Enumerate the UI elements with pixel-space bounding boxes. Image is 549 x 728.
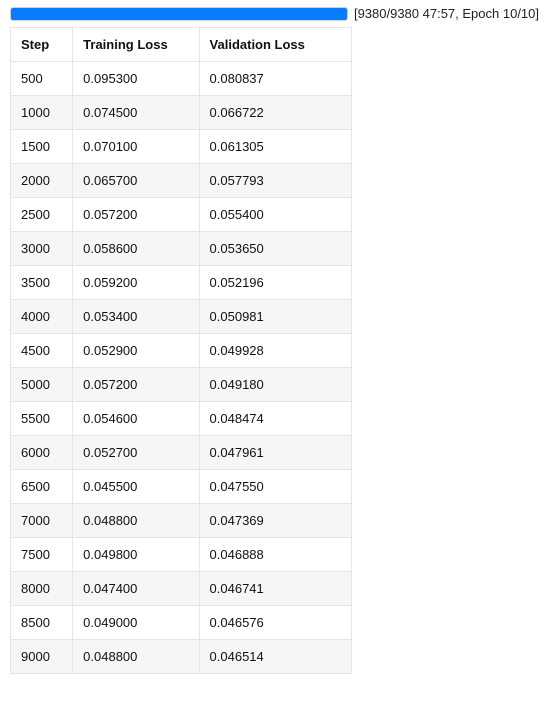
cell-step: 6000 (11, 436, 73, 470)
progress-row: [9380/9380 47:57, Epoch 10/10] (10, 6, 539, 21)
cell-validation-loss: 0.047961 (199, 436, 351, 470)
cell-validation-loss: 0.066722 (199, 96, 351, 130)
cell-step: 7500 (11, 538, 73, 572)
table-header-row: Step Training Loss Validation Loss (11, 28, 352, 62)
table-row: 10000.0745000.066722 (11, 96, 352, 130)
cell-training-loss: 0.047400 (73, 572, 199, 606)
cell-validation-loss: 0.052196 (199, 266, 351, 300)
cell-validation-loss: 0.049180 (199, 368, 351, 402)
table-row: 60000.0527000.047961 (11, 436, 352, 470)
cell-step: 1000 (11, 96, 73, 130)
cell-step: 8000 (11, 572, 73, 606)
cell-training-loss: 0.095300 (73, 62, 199, 96)
cell-validation-loss: 0.046514 (199, 640, 351, 674)
cell-validation-loss: 0.046888 (199, 538, 351, 572)
cell-validation-loss: 0.047550 (199, 470, 351, 504)
cell-training-loss: 0.045500 (73, 470, 199, 504)
cell-training-loss: 0.054600 (73, 402, 199, 436)
table-row: 85000.0490000.046576 (11, 606, 352, 640)
table-row: 25000.0572000.055400 (11, 198, 352, 232)
cell-step: 1500 (11, 130, 73, 164)
cell-training-loss: 0.057200 (73, 368, 199, 402)
progress-label: [9380/9380 47:57, Epoch 10/10] (354, 6, 539, 21)
table-row: 70000.0488000.047369 (11, 504, 352, 538)
table-row: 5000.0953000.080837 (11, 62, 352, 96)
table-row: 40000.0534000.050981 (11, 300, 352, 334)
cell-training-loss: 0.057200 (73, 198, 199, 232)
cell-step: 4500 (11, 334, 73, 368)
col-header-validation-loss: Validation Loss (199, 28, 351, 62)
cell-training-loss: 0.049000 (73, 606, 199, 640)
cell-step: 8500 (11, 606, 73, 640)
cell-training-loss: 0.059200 (73, 266, 199, 300)
cell-validation-loss: 0.047369 (199, 504, 351, 538)
cell-step: 4000 (11, 300, 73, 334)
cell-step: 5000 (11, 368, 73, 402)
cell-validation-loss: 0.048474 (199, 402, 351, 436)
progress-bar-fill (11, 8, 347, 20)
cell-step: 2500 (11, 198, 73, 232)
table-row: 75000.0498000.046888 (11, 538, 352, 572)
cell-training-loss: 0.070100 (73, 130, 199, 164)
table-row: 45000.0529000.049928 (11, 334, 352, 368)
cell-validation-loss: 0.050981 (199, 300, 351, 334)
cell-validation-loss: 0.046741 (199, 572, 351, 606)
cell-validation-loss: 0.049928 (199, 334, 351, 368)
table-row: 30000.0586000.053650 (11, 232, 352, 266)
table-row: 90000.0488000.046514 (11, 640, 352, 674)
cell-validation-loss: 0.080837 (199, 62, 351, 96)
cell-training-loss: 0.052700 (73, 436, 199, 470)
cell-validation-loss: 0.055400 (199, 198, 351, 232)
cell-training-loss: 0.052900 (73, 334, 199, 368)
cell-validation-loss: 0.053650 (199, 232, 351, 266)
table-row: 55000.0546000.048474 (11, 402, 352, 436)
cell-step: 7000 (11, 504, 73, 538)
cell-training-loss: 0.065700 (73, 164, 199, 198)
cell-training-loss: 0.049800 (73, 538, 199, 572)
table-row: 20000.0657000.057793 (11, 164, 352, 198)
table-row: 80000.0474000.046741 (11, 572, 352, 606)
cell-training-loss: 0.053400 (73, 300, 199, 334)
table-row: 65000.0455000.047550 (11, 470, 352, 504)
cell-step: 9000 (11, 640, 73, 674)
cell-training-loss: 0.048800 (73, 504, 199, 538)
cell-validation-loss: 0.061305 (199, 130, 351, 164)
cell-step: 3500 (11, 266, 73, 300)
cell-step: 5500 (11, 402, 73, 436)
cell-step: 3000 (11, 232, 73, 266)
cell-validation-loss: 0.046576 (199, 606, 351, 640)
col-header-training-loss: Training Loss (73, 28, 199, 62)
loss-table: Step Training Loss Validation Loss 5000.… (10, 27, 352, 674)
table-row: 15000.0701000.061305 (11, 130, 352, 164)
cell-step: 500 (11, 62, 73, 96)
cell-training-loss: 0.048800 (73, 640, 199, 674)
cell-step: 6500 (11, 470, 73, 504)
cell-step: 2000 (11, 164, 73, 198)
progress-bar (10, 7, 348, 21)
cell-validation-loss: 0.057793 (199, 164, 351, 198)
cell-training-loss: 0.074500 (73, 96, 199, 130)
col-header-step: Step (11, 28, 73, 62)
cell-training-loss: 0.058600 (73, 232, 199, 266)
table-row: 35000.0592000.052196 (11, 266, 352, 300)
table-row: 50000.0572000.049180 (11, 368, 352, 402)
